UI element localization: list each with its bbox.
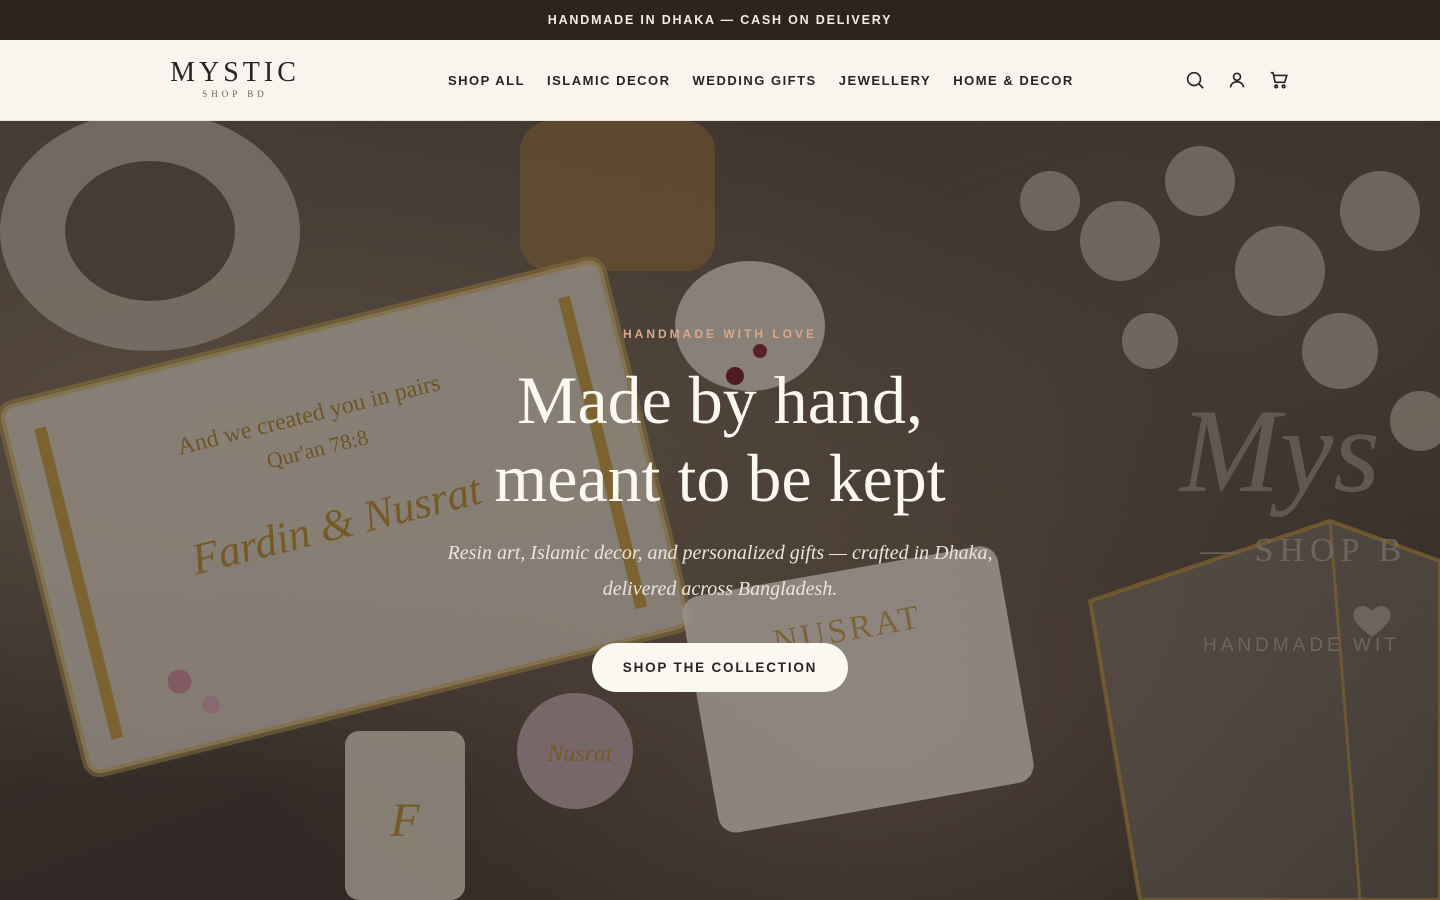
hero-title-line2: meant to be kept (494, 440, 946, 516)
hero-content: HANDMADE WITH LOVE Made by hand, meant t… (370, 327, 1070, 692)
hero-eyebrow: HANDMADE WITH LOVE (623, 327, 817, 341)
header-icons (1184, 40, 1290, 120)
hero-title: Made by hand, meant to be kept (370, 361, 1070, 517)
nav-islamic-decor[interactable]: ISLAMIC DECOR (547, 73, 671, 88)
logo-sub-text: SHOP BD (202, 89, 268, 99)
account-icon[interactable] (1226, 69, 1248, 91)
nav-jewellery[interactable]: JEWELLERY (839, 73, 931, 88)
announcement-text: HANDMADE IN DHAKA — CASH ON DELIVERY (547, 13, 893, 27)
hero-title-line1: Made by hand, (516, 362, 923, 438)
main-nav: SHOP ALL ISLAMIC DECOR WEDDING GIFTS JEW… (448, 40, 1074, 120)
site-header: MYSTIC SHOP BD SHOP ALL ISLAMIC DECOR WE… (0, 40, 1440, 121)
logo-main-text: MYSTIC (170, 57, 300, 88)
nav-wedding-gifts[interactable]: WEDDING GIFTS (693, 73, 817, 88)
shop-collection-button[interactable]: SHOP THE COLLECTION (591, 643, 849, 692)
nav-home-decor[interactable]: HOME & DECOR (953, 73, 1074, 88)
hero-section: And we created you in pairs Qur'an 78:8 … (0, 121, 1440, 900)
logo[interactable]: MYSTIC SHOP BD (170, 58, 300, 102)
cart-icon[interactable] (1268, 69, 1290, 91)
search-icon[interactable] (1184, 69, 1206, 91)
nav-shop-all[interactable]: SHOP ALL (448, 73, 525, 88)
hero-subtitle: Resin art, Islamic decor, and personaliz… (447, 542, 993, 600)
announcement-bar: HANDMADE IN DHAKA — CASH ON DELIVERY (0, 0, 1440, 40)
